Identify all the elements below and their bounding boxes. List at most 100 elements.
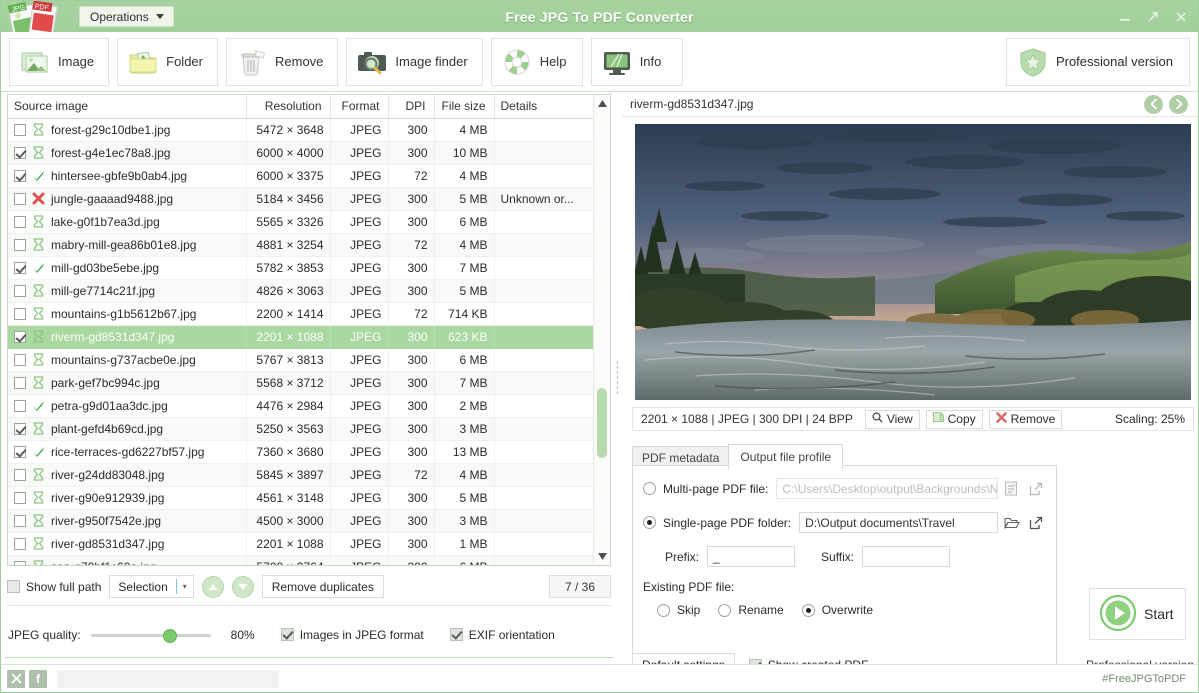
row-checkbox[interactable] (14, 561, 26, 567)
operations-menu-button[interactable]: Operations (79, 6, 174, 27)
table-row[interactable]: lake-g0f1b7ea3d.jpg5565 × 3326JPEG3006 M… (8, 210, 598, 233)
remove-button[interactable]: Remove (226, 38, 338, 86)
column-resolution[interactable]: Resolution (246, 95, 330, 118)
row-checkbox[interactable] (14, 377, 26, 389)
show-full-path-checkbox[interactable]: Show full path (7, 580, 101, 594)
previous-image-button[interactable] (1144, 95, 1163, 114)
restore-button[interactable] (1140, 4, 1166, 30)
cell-source-image[interactable]: river-g950f7542e.jpg (8, 509, 246, 532)
singlepage-radio[interactable] (643, 516, 656, 529)
row-checkbox[interactable] (14, 308, 26, 320)
existing-option-skip[interactable]: Skip (657, 603, 700, 617)
cell-source-image[interactable]: jungle-gaaaad9488.jpg (8, 187, 246, 210)
row-checkbox[interactable] (14, 515, 26, 527)
move-down-button[interactable] (232, 576, 254, 598)
cell-source-image[interactable]: park-gef7bc994c.jpg (8, 371, 246, 394)
move-up-button[interactable] (202, 576, 224, 598)
view-button[interactable]: View (865, 410, 920, 429)
cell-source-image[interactable]: forest-g4e1ec78a8.jpg (8, 141, 246, 164)
column-details[interactable]: Details (494, 95, 598, 118)
table-row[interactable]: river-g90e912939.jpg4561 × 3148JPEG3005 … (8, 486, 598, 509)
row-checkbox[interactable] (14, 469, 26, 481)
jpeg-quality-slider[interactable] (91, 627, 211, 643)
images-in-jpeg-checkbox[interactable]: Images in JPEG format (281, 628, 424, 642)
remove-duplicates-button[interactable]: Remove duplicates (262, 575, 384, 598)
column-dpi[interactable]: DPI (388, 95, 434, 118)
singlepage-path-input[interactable]: D:\Output documents\Travel (799, 512, 998, 533)
cell-source-image[interactable]: river-gd8531d347.jpg (8, 532, 246, 555)
exif-orientation-checkbox[interactable]: EXIF orientation (450, 628, 555, 642)
folder-open-icon[interactable] (1001, 512, 1022, 533)
multipage-path-input[interactable]: C:\Users\Desktop\output\Backgrounds\Natu… (776, 478, 998, 499)
multipage-radio[interactable] (643, 482, 656, 495)
help-button[interactable]: Help (491, 38, 583, 86)
row-checkbox[interactable] (14, 216, 26, 228)
suffix-input[interactable] (862, 546, 950, 567)
x-social-icon[interactable] (7, 670, 25, 688)
cell-source-image[interactable]: mountains-g737acbe0e.jpg (8, 348, 246, 371)
row-checkbox[interactable] (14, 124, 26, 136)
scroll-up-icon[interactable] (594, 95, 610, 112)
professional-version-button[interactable]: Professional version (1006, 38, 1190, 86)
table-row[interactable]: park-gef7bc994c.jpg5568 × 3712JPEG3007 M… (8, 371, 598, 394)
table-row[interactable]: rice-terraces-gd6227bf57.jpg7360 × 3680J… (8, 440, 598, 463)
row-checkbox[interactable] (14, 239, 26, 251)
row-checkbox[interactable] (14, 262, 26, 274)
scrollbar-thumb[interactable] (597, 388, 607, 458)
slider-knob[interactable] (163, 629, 177, 643)
row-checkbox[interactable] (14, 538, 26, 550)
cell-source-image[interactable]: mill-gd03be5ebe.jpg (8, 256, 246, 279)
image-preview[interactable] (635, 124, 1191, 400)
cell-source-image[interactable]: river-g90e912939.jpg (8, 486, 246, 509)
add-folder-button[interactable]: Folder (117, 38, 218, 86)
cell-source-image[interactable]: forest-g29c10dbe1.jpg (8, 118, 246, 141)
panel-splitter[interactable] (613, 92, 622, 662)
file-list-scrollbar[interactable] (593, 95, 610, 565)
copy-button[interactable]: Copy (926, 410, 983, 429)
table-row[interactable]: riverm-gd8531d347.jpg2201 × 1088JPEG3006… (8, 325, 598, 348)
table-row[interactable]: mountains-g737acbe0e.jpg5767 × 3813JPEG3… (8, 348, 598, 371)
cell-source-image[interactable]: riverm-gd8531d347.jpg (8, 325, 246, 348)
column-format[interactable]: Format (330, 95, 388, 118)
cell-source-image[interactable]: petra-g9d01aa3dc.jpg (8, 394, 246, 417)
cell-source-image[interactable]: hintersee-gbfe9b0ab4.jpg (8, 164, 246, 187)
table-row[interactable]: mill-ge7714c21f.jpg4826 × 3063JPEG3005 M… (8, 279, 598, 302)
minimize-button[interactable] (1112, 4, 1138, 30)
table-row[interactable]: plant-gefd4b69cd.jpg5250 × 3563JPEG3003 … (8, 417, 598, 440)
existing-option-overwrite[interactable]: Overwrite (802, 603, 873, 617)
open-external-icon[interactable] (1025, 512, 1046, 533)
row-checkbox[interactable] (14, 331, 26, 343)
table-row[interactable]: forest-g29c10dbe1.jpg5472 × 3648JPEG3004… (8, 118, 598, 141)
table-row[interactable]: river-g950f7542e.jpg4500 × 3000JPEG3003 … (8, 509, 598, 532)
table-row[interactable]: river-g24dd83048.jpg5845 × 3897JPEG724 M… (8, 463, 598, 486)
tab-output-file-profile[interactable]: Output file profile (728, 444, 843, 470)
cell-source-image[interactable]: plant-gefd4b69cd.jpg (8, 417, 246, 440)
cell-source-image[interactable]: sea-g79bf1c60a.jpg (8, 555, 246, 566)
open-external-icon[interactable] (1025, 478, 1046, 499)
cell-source-image[interactable]: river-g24dd83048.jpg (8, 463, 246, 486)
row-checkbox[interactable] (14, 423, 26, 435)
table-row[interactable]: river-gd8531d347.jpg2201 × 1088JPEG3001 … (8, 532, 598, 555)
pdf-file-icon[interactable] (1001, 478, 1022, 499)
table-row[interactable]: forest-g4e1ec78a8.jpg6000 × 4000JPEG3001… (8, 141, 598, 164)
existing-option-rename[interactable]: Rename (718, 603, 783, 617)
cell-source-image[interactable]: lake-g0f1b7ea3d.jpg (8, 210, 246, 233)
row-checkbox[interactable] (14, 400, 26, 412)
facebook-icon[interactable]: f (29, 670, 47, 688)
table-row[interactable]: hintersee-gbfe9b0ab4.jpg6000 × 3375JPEG7… (8, 164, 598, 187)
table-row[interactable]: petra-g9d01aa3dc.jpg4476 × 2984JPEG3002 … (8, 394, 598, 417)
row-checkbox[interactable] (14, 492, 26, 504)
cell-source-image[interactable]: mill-ge7714c21f.jpg (8, 279, 246, 302)
cell-source-image[interactable]: mountains-g1b5612b67.jpg (8, 302, 246, 325)
row-checkbox[interactable] (14, 354, 26, 366)
add-image-button[interactable]: Image (9, 38, 109, 86)
row-checkbox[interactable] (14, 170, 26, 182)
row-checkbox[interactable] (14, 147, 26, 159)
close-button[interactable] (1168, 4, 1194, 30)
table-row[interactable]: mill-gd03be5ebe.jpg5782 × 3853JPEG3007 M… (8, 256, 598, 279)
remove-image-button[interactable]: Remove (989, 410, 1063, 429)
info-button[interactable]: Info (591, 38, 683, 86)
overwrite-radio[interactable] (802, 604, 815, 617)
scroll-down-icon[interactable] (594, 548, 610, 565)
row-checkbox[interactable] (14, 193, 26, 205)
